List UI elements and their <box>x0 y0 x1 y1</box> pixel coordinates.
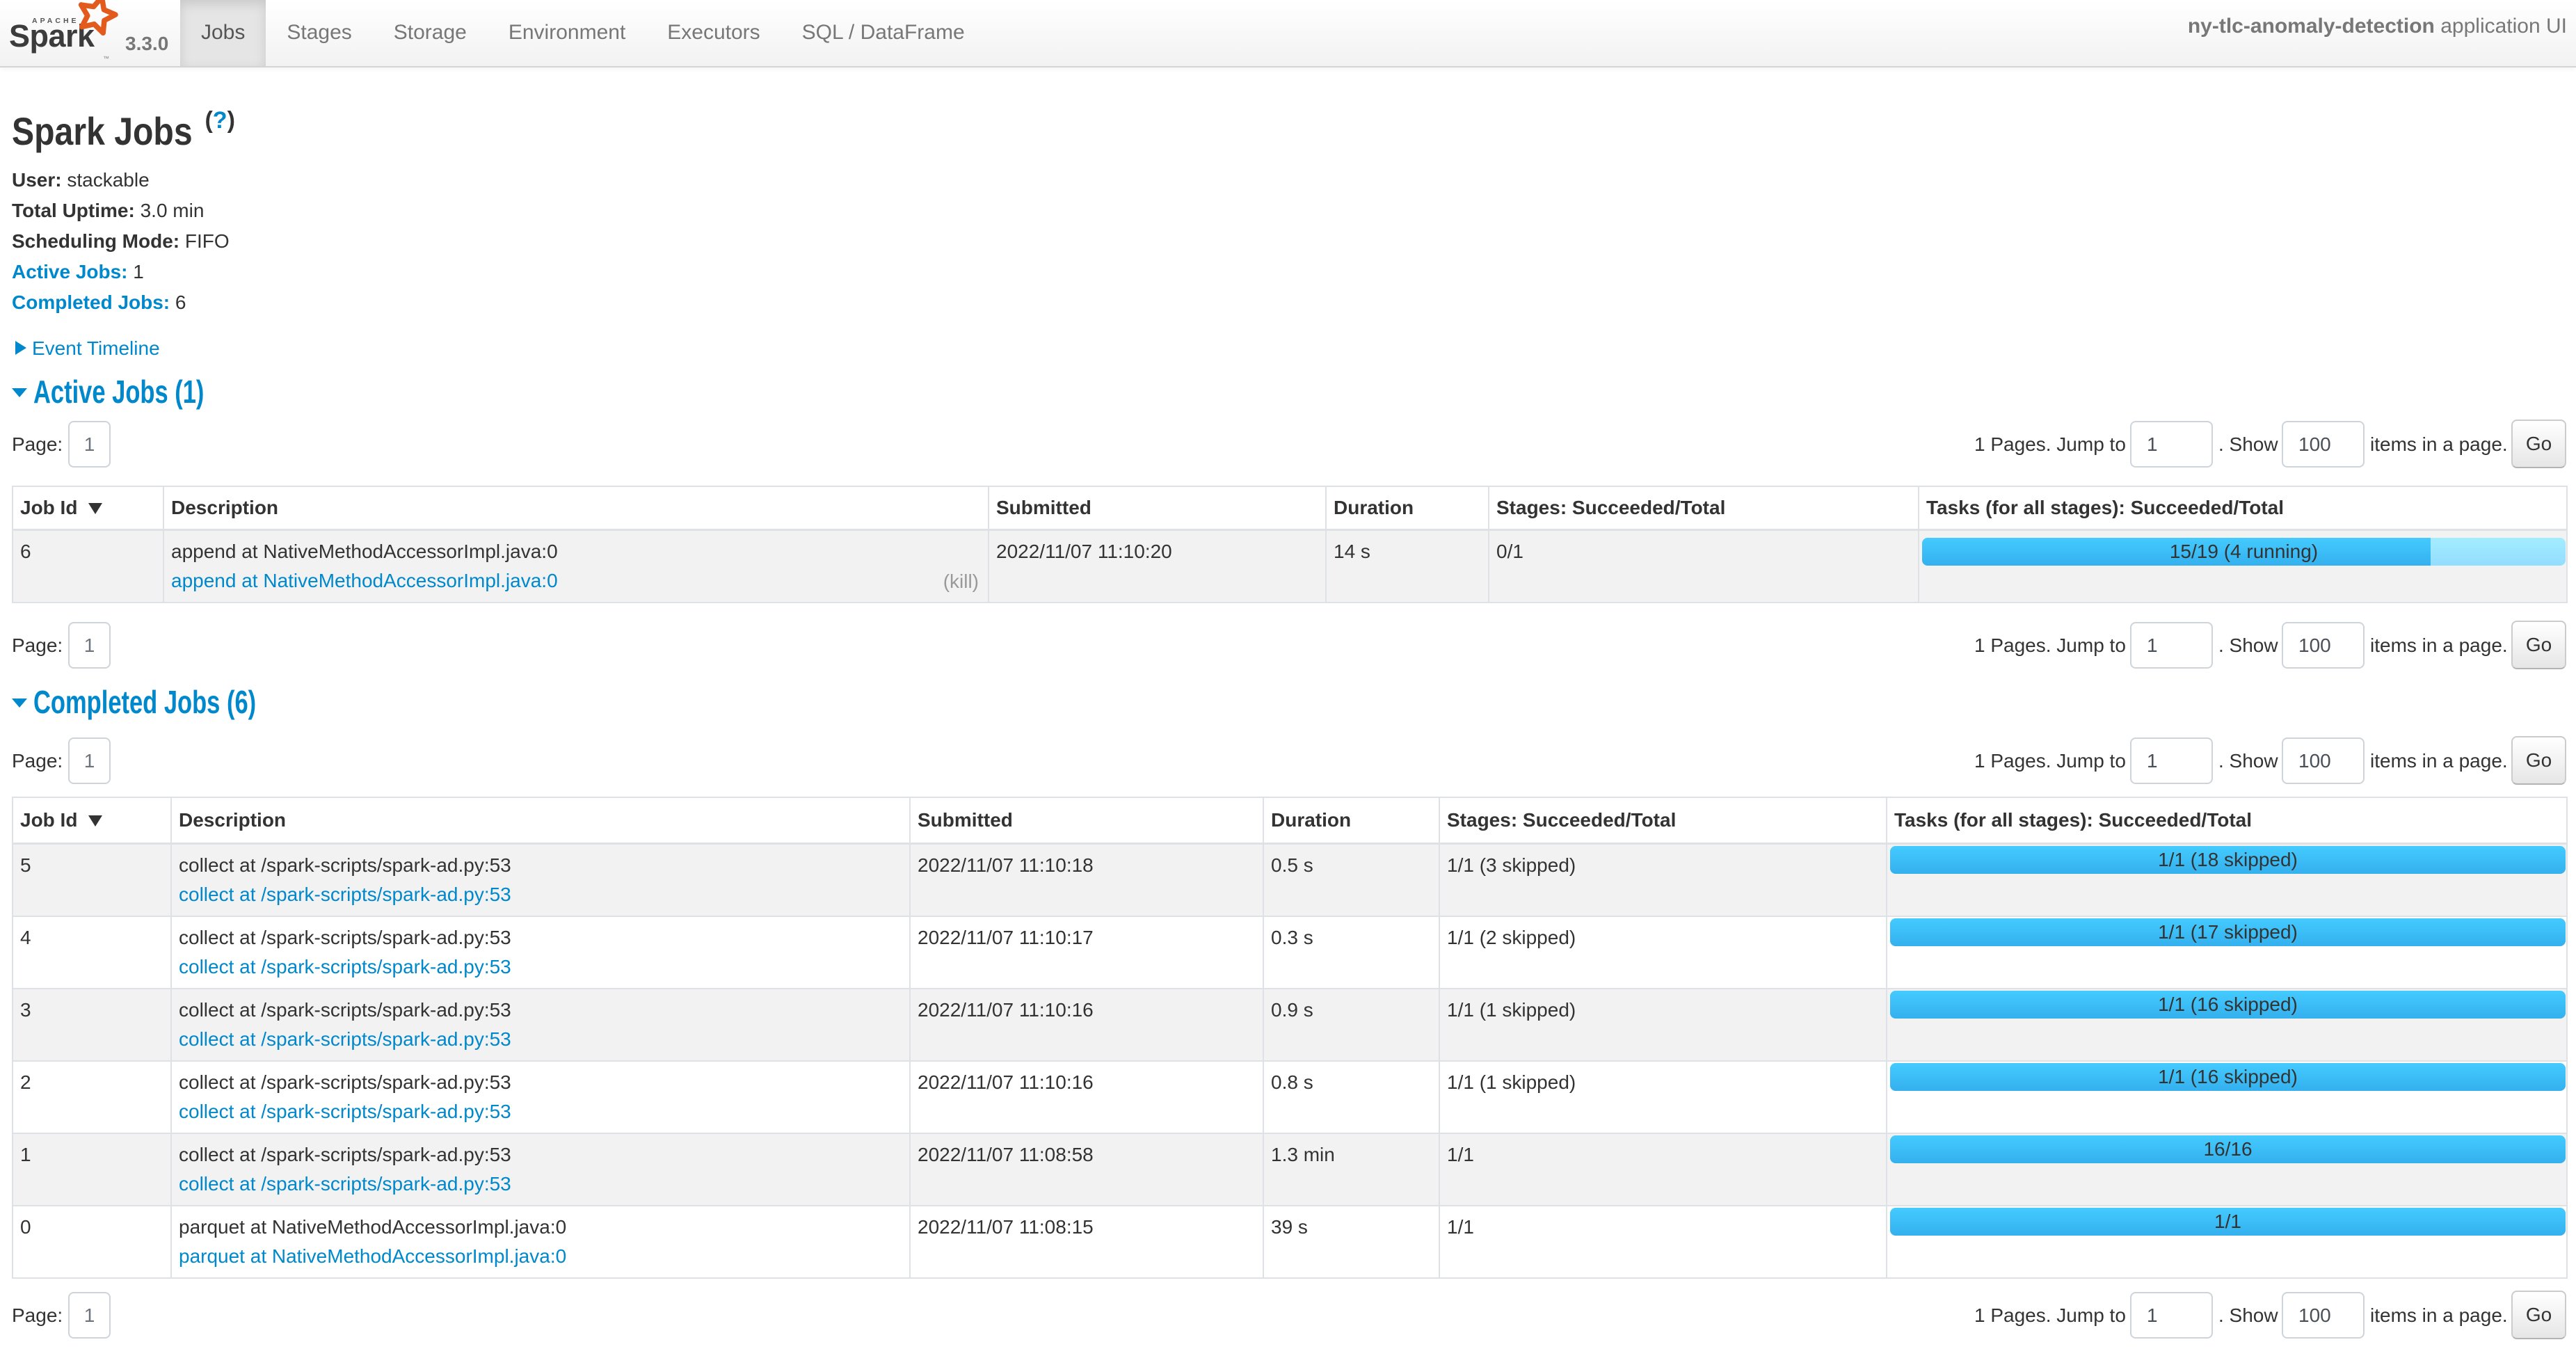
svg-text:™: ™ <box>103 55 109 62</box>
